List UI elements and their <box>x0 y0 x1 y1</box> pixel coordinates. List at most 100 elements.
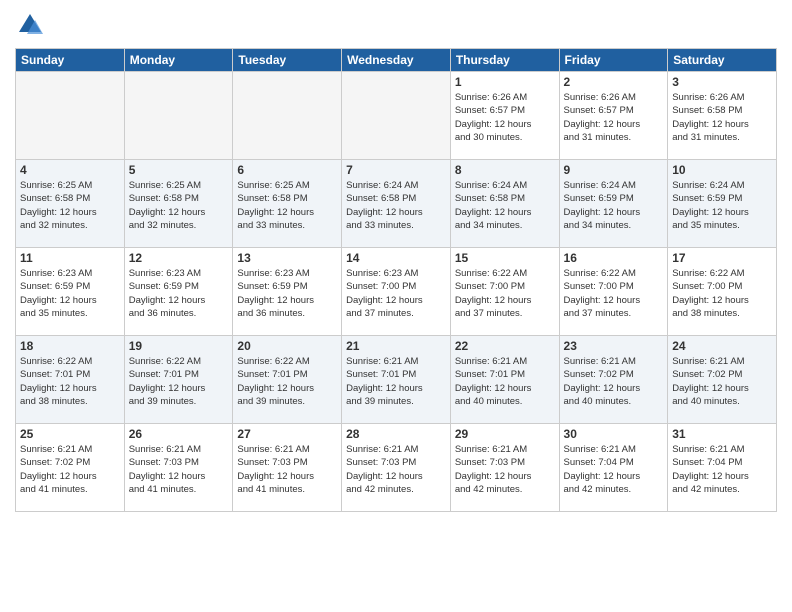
calendar-cell: 27 Sunrise: 6:21 AM Sunset: 7:03 PM Dayli… <box>233 424 342 512</box>
week-row-3: 11 Sunrise: 6:23 AM Sunset: 6:59 PM Dayli… <box>16 248 777 336</box>
calendar-cell: 26 Sunrise: 6:21 AM Sunset: 7:03 PM Dayli… <box>124 424 233 512</box>
calendar-cell: 4Sunrise: 6:25 AM Sunset: 6:58 PM Daylig… <box>16 160 125 248</box>
day-info: Sunrise: 6:22 AM Sunset: 7:00 PM Dayligh… <box>672 267 772 320</box>
day-info: Sunrise: 6:21 AM Sunset: 7:03 PM Dayligh… <box>237 443 337 496</box>
day-info: Sunrise: 6:21 AM Sunset: 7:03 PM Dayligh… <box>129 443 229 496</box>
day-info: Sunrise: 6:24 AM Sunset: 6:58 PM Dayligh… <box>346 179 446 232</box>
day-info: Sunrise: 6:21 AM Sunset: 7:03 PM Dayligh… <box>346 443 446 496</box>
day-info: Sunrise: 6:26 AM Sunset: 6:57 PM Dayligh… <box>455 91 555 144</box>
day-info: Sunrise: 6:26 AM Sunset: 6:58 PM Dayligh… <box>672 91 772 144</box>
week-row-2: 4Sunrise: 6:25 AM Sunset: 6:58 PM Daylig… <box>16 160 777 248</box>
logo <box>15 10 49 40</box>
calendar-cell: 31 Sunrise: 6:21 AM Sunset: 7:04 PM Dayli… <box>668 424 777 512</box>
calendar-cell: 12 Sunrise: 6:23 AM Sunset: 6:59 PM Dayli… <box>124 248 233 336</box>
day-number: 2 <box>564 75 664 89</box>
calendar-cell: 6Sunrise: 6:25 AM Sunset: 6:58 PM Daylig… <box>233 160 342 248</box>
day-info: Sunrise: 6:21 AM Sunset: 7:02 PM Dayligh… <box>20 443 120 496</box>
day-info: Sunrise: 6:22 AM Sunset: 7:01 PM Dayligh… <box>237 355 337 408</box>
day-number: 14 <box>346 251 446 265</box>
day-number: 8 <box>455 163 555 177</box>
day-info: Sunrise: 6:25 AM Sunset: 6:58 PM Dayligh… <box>20 179 120 232</box>
col-header-monday: Monday <box>124 49 233 72</box>
week-row-1: 1Sunrise: 6:26 AM Sunset: 6:57 PM Daylig… <box>16 72 777 160</box>
col-header-wednesday: Wednesday <box>342 49 451 72</box>
day-number: 20 <box>237 339 337 353</box>
page: SundayMondayTuesdayWednesdayThursdayFrid… <box>0 0 792 612</box>
day-number: 28 <box>346 427 446 441</box>
day-info: Sunrise: 6:22 AM Sunset: 7:00 PM Dayligh… <box>455 267 555 320</box>
calendar-cell: 14 Sunrise: 6:23 AM Sunset: 7:00 PM Dayli… <box>342 248 451 336</box>
calendar-cell: 25 Sunrise: 6:21 AM Sunset: 7:02 PM Dayli… <box>16 424 125 512</box>
day-number: 29 <box>455 427 555 441</box>
calendar-cell: 29 Sunrise: 6:21 AM Sunset: 7:03 PM Dayli… <box>450 424 559 512</box>
day-number: 12 <box>129 251 229 265</box>
day-number: 30 <box>564 427 664 441</box>
day-number: 27 <box>237 427 337 441</box>
calendar-cell: 20 Sunrise: 6:22 AM Sunset: 7:01 PM Dayli… <box>233 336 342 424</box>
day-number: 23 <box>564 339 664 353</box>
calendar-cell: 15 Sunrise: 6:22 AM Sunset: 7:00 PM Dayli… <box>450 248 559 336</box>
day-number: 11 <box>20 251 120 265</box>
day-number: 25 <box>20 427 120 441</box>
day-number: 31 <box>672 427 772 441</box>
calendar-cell: 9 Sunrise: 6:24 AM Sunset: 6:59 PM Daylig… <box>559 160 668 248</box>
day-info: Sunrise: 6:21 AM Sunset: 7:01 PM Dayligh… <box>346 355 446 408</box>
day-number: 3 <box>672 75 772 89</box>
col-header-saturday: Saturday <box>668 49 777 72</box>
col-header-friday: Friday <box>559 49 668 72</box>
header <box>15 10 777 40</box>
calendar-cell: 13Sunrise: 6:23 AM Sunset: 6:59 PM Dayli… <box>233 248 342 336</box>
day-number: 6 <box>237 163 337 177</box>
calendar-cell <box>233 72 342 160</box>
calendar-cell: 16 Sunrise: 6:22 AM Sunset: 7:00 PM Dayli… <box>559 248 668 336</box>
day-number: 18 <box>20 339 120 353</box>
day-info: Sunrise: 6:21 AM Sunset: 7:01 PM Dayligh… <box>455 355 555 408</box>
day-info: Sunrise: 6:21 AM Sunset: 7:04 PM Dayligh… <box>672 443 772 496</box>
day-info: Sunrise: 6:22 AM Sunset: 7:00 PM Dayligh… <box>564 267 664 320</box>
calendar-cell: 10 Sunrise: 6:24 AM Sunset: 6:59 PM Dayli… <box>668 160 777 248</box>
day-info: Sunrise: 6:23 AM Sunset: 6:59 PM Dayligh… <box>20 267 120 320</box>
day-info: Sunrise: 6:24 AM Sunset: 6:58 PM Dayligh… <box>455 179 555 232</box>
calendar-table: SundayMondayTuesdayWednesdayThursdayFrid… <box>15 48 777 512</box>
day-info: Sunrise: 6:23 AM Sunset: 7:00 PM Dayligh… <box>346 267 446 320</box>
day-info: Sunrise: 6:21 AM Sunset: 7:02 PM Dayligh… <box>672 355 772 408</box>
day-number: 21 <box>346 339 446 353</box>
calendar-cell: 22 Sunrise: 6:21 AM Sunset: 7:01 PM Dayli… <box>450 336 559 424</box>
calendar-cell: 24 Sunrise: 6:21 AM Sunset: 7:02 PM Dayli… <box>668 336 777 424</box>
day-number: 5 <box>129 163 229 177</box>
logo-icon <box>15 10 45 40</box>
calendar-cell <box>124 72 233 160</box>
col-header-thursday: Thursday <box>450 49 559 72</box>
day-info: Sunrise: 6:24 AM Sunset: 6:59 PM Dayligh… <box>564 179 664 232</box>
calendar-cell: 18 Sunrise: 6:22 AM Sunset: 7:01 PM Dayli… <box>16 336 125 424</box>
calendar-cell: 7 Sunrise: 6:24 AM Sunset: 6:58 PM Daylig… <box>342 160 451 248</box>
day-number: 24 <box>672 339 772 353</box>
day-number: 10 <box>672 163 772 177</box>
calendar-cell: 1Sunrise: 6:26 AM Sunset: 6:57 PM Daylig… <box>450 72 559 160</box>
calendar-cell: 2 Sunrise: 6:26 AM Sunset: 6:57 PM Daylig… <box>559 72 668 160</box>
day-info: Sunrise: 6:21 AM Sunset: 7:04 PM Dayligh… <box>564 443 664 496</box>
day-number: 7 <box>346 163 446 177</box>
day-number: 15 <box>455 251 555 265</box>
day-number: 26 <box>129 427 229 441</box>
calendar-cell: 19Sunrise: 6:22 AM Sunset: 7:01 PM Dayli… <box>124 336 233 424</box>
day-info: Sunrise: 6:22 AM Sunset: 7:01 PM Dayligh… <box>20 355 120 408</box>
day-info: Sunrise: 6:23 AM Sunset: 6:59 PM Dayligh… <box>129 267 229 320</box>
calendar-cell: 30 Sunrise: 6:21 AM Sunset: 7:04 PM Dayli… <box>559 424 668 512</box>
calendar-cell: 5Sunrise: 6:25 AM Sunset: 6:58 PM Daylig… <box>124 160 233 248</box>
day-info: Sunrise: 6:24 AM Sunset: 6:59 PM Dayligh… <box>672 179 772 232</box>
day-info: Sunrise: 6:23 AM Sunset: 6:59 PM Dayligh… <box>237 267 337 320</box>
day-number: 19 <box>129 339 229 353</box>
calendar-cell <box>16 72 125 160</box>
day-number: 9 <box>564 163 664 177</box>
calendar-cell: 21 Sunrise: 6:21 AM Sunset: 7:01 PM Dayli… <box>342 336 451 424</box>
week-row-5: 25 Sunrise: 6:21 AM Sunset: 7:02 PM Dayli… <box>16 424 777 512</box>
day-info: Sunrise: 6:21 AM Sunset: 7:02 PM Dayligh… <box>564 355 664 408</box>
week-row-4: 18 Sunrise: 6:22 AM Sunset: 7:01 PM Dayli… <box>16 336 777 424</box>
day-info: Sunrise: 6:21 AM Sunset: 7:03 PM Dayligh… <box>455 443 555 496</box>
day-number: 22 <box>455 339 555 353</box>
calendar-cell: 3 Sunrise: 6:26 AM Sunset: 6:58 PM Daylig… <box>668 72 777 160</box>
col-header-tuesday: Tuesday <box>233 49 342 72</box>
day-number: 16 <box>564 251 664 265</box>
day-info: Sunrise: 6:26 AM Sunset: 6:57 PM Dayligh… <box>564 91 664 144</box>
